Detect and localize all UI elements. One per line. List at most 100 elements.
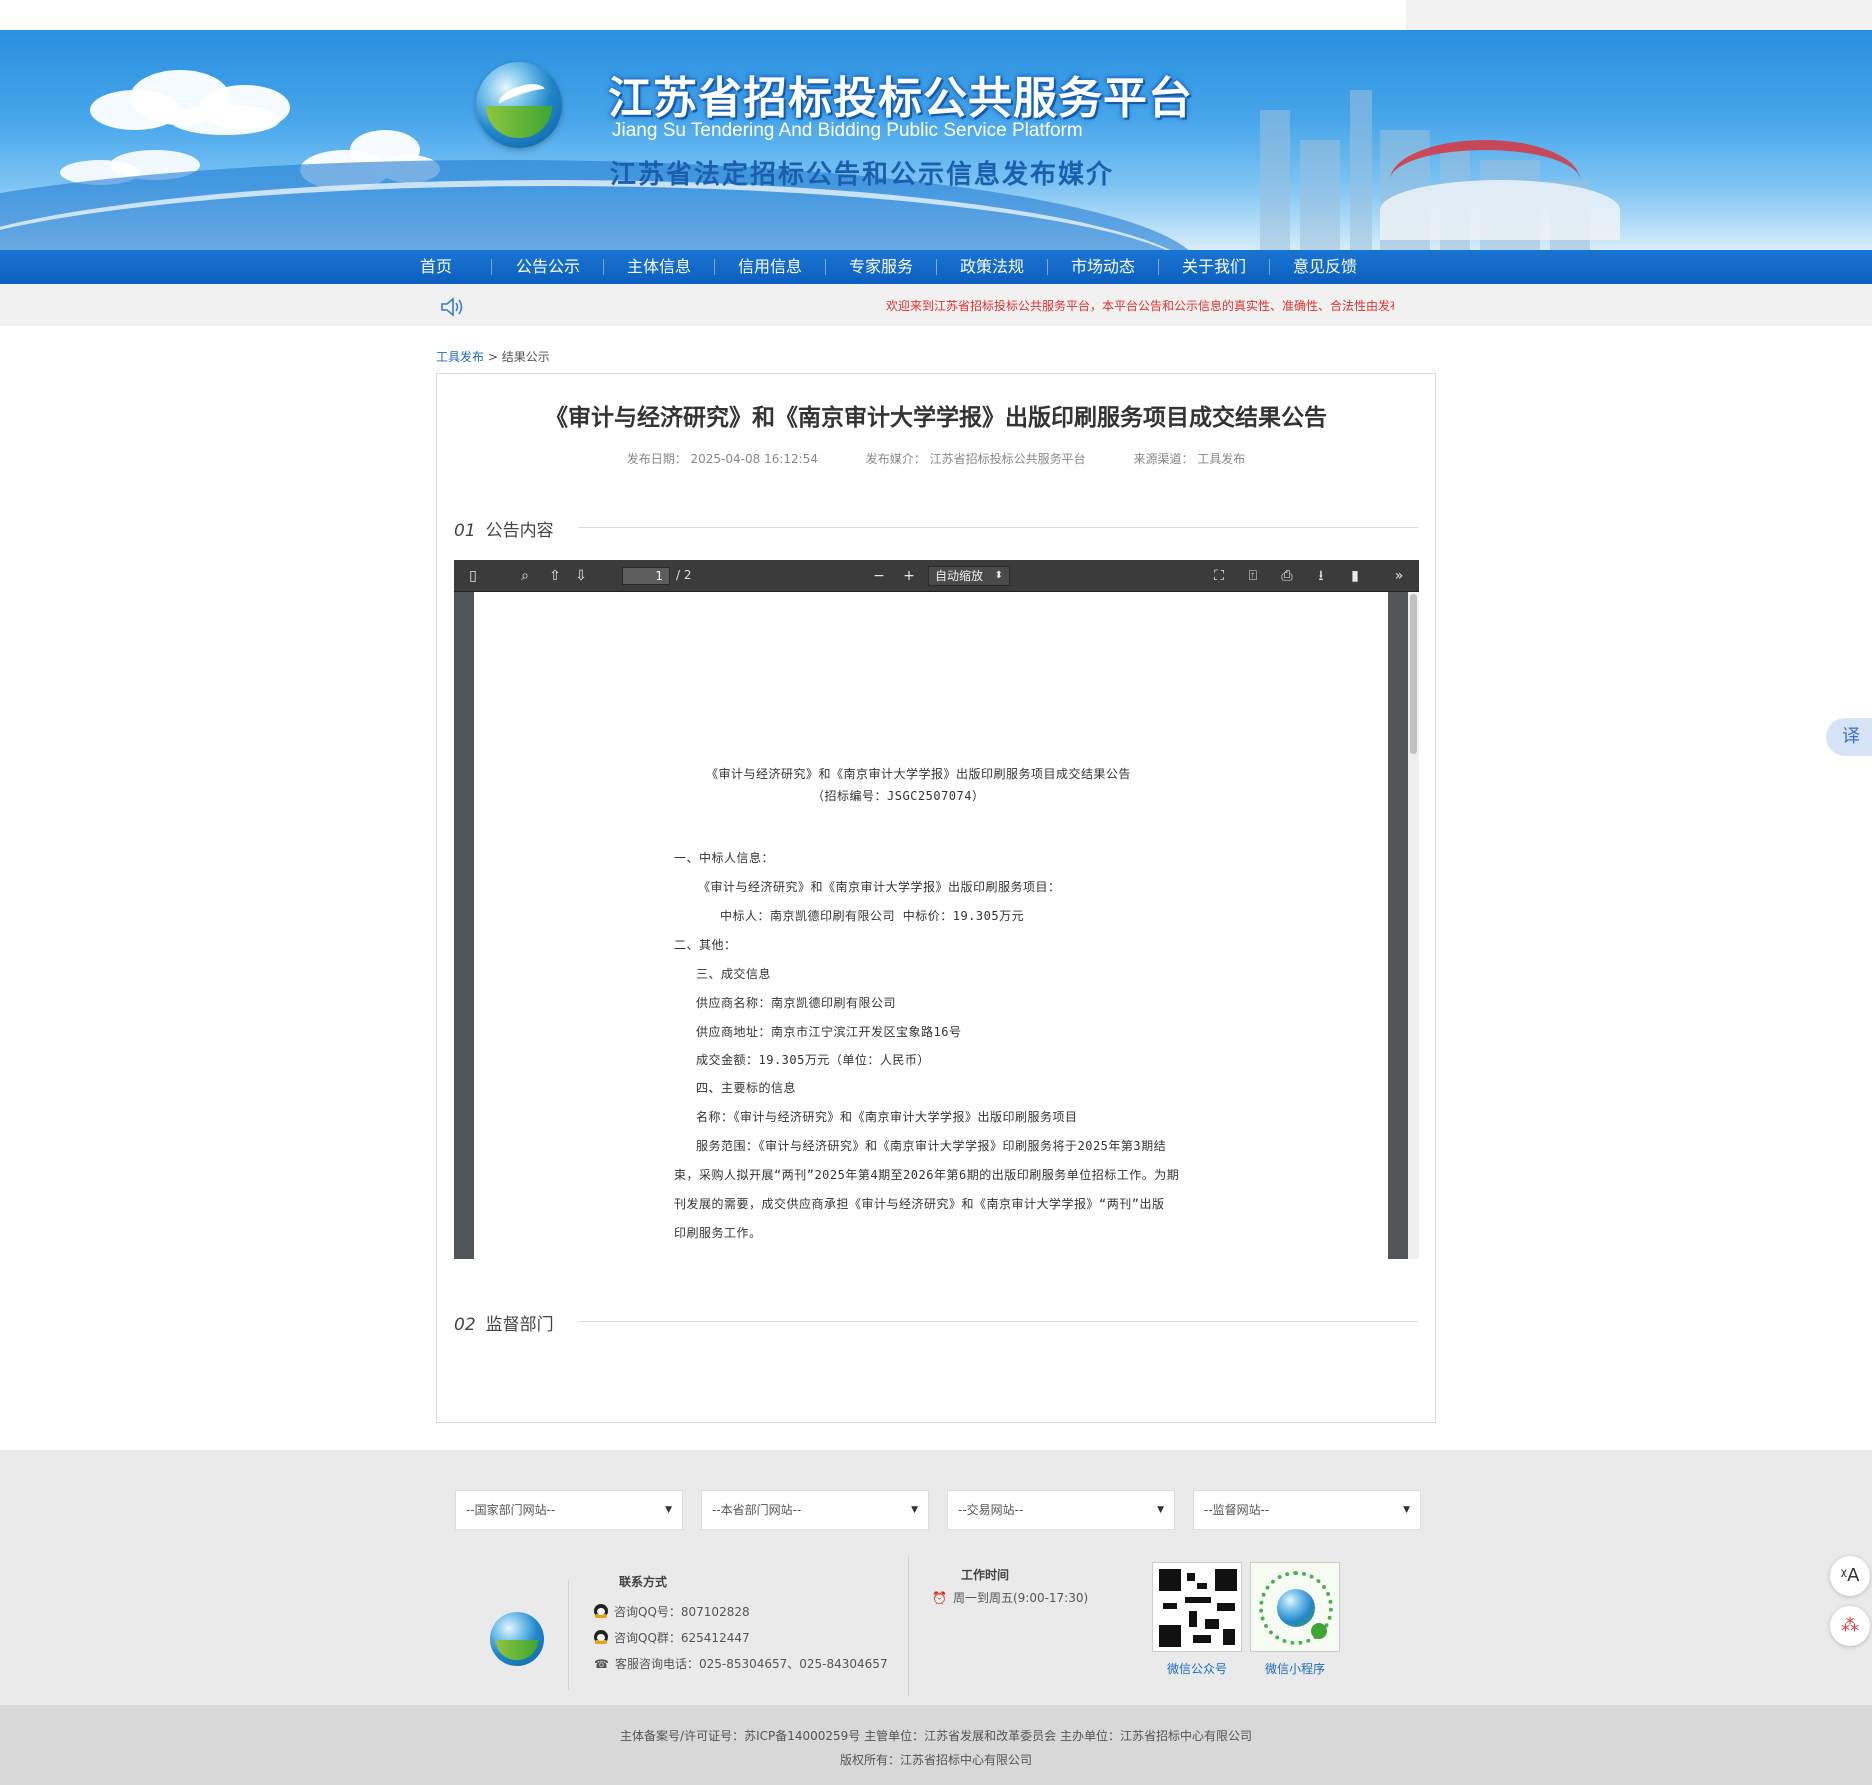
select-label: --本省部门网站-- [712,1503,802,1517]
section-divider [578,1321,1418,1322]
zoom-select[interactable]: 自动缩放 ⬍ [928,566,1010,586]
doc-line: 服务范围：《审计与经济研究》和《南京审计大学学报》印刷服务将于2025年第3期结 [696,1139,1167,1153]
bookmark-icon[interactable]: ▮ [1346,567,1364,585]
nav-item-credit-info[interactable]: 信用信息 [728,250,812,284]
qr-caption-wechat: 微信公众号 [1167,1662,1228,1676]
select-label: --监督网站-- [1204,1503,1270,1517]
top-strip [0,0,1872,30]
doc-line: 刊发展的需要，成交供应商承担《审计与经济研究》和《南京审计大学学报》“两刊”出版 [674,1197,1165,1211]
zoom-in-icon[interactable]: + [900,567,918,585]
breadcrumb: 工具发布 > 结果公示 [436,348,550,365]
pdf-toolbar: ▯ ⌕ ⇧ ⇩ 1 / 2 − + 自动缩放 ⬍ ⛶ ⍐ ⎙ ⭳ ▮ » [454,560,1419,592]
doc-line: 三、成交信息 [696,967,772,981]
copyright-line: 版权所有：江苏省招标中心有限公司 [839,1753,1032,1767]
select-national-sites[interactable]: --国家部门网站-- ▼ [455,1490,683,1530]
chevron-down-icon: ▼ [1157,1505,1164,1515]
pdf-viewer[interactable]: ▯ ⌕ ⇧ ⇩ 1 / 2 − + 自动缩放 ⬍ ⛶ ⍐ ⎙ ⭳ ▮ » 《审计与… [454,560,1419,1259]
wechat-account-qr [1152,1562,1242,1652]
notice-marquee: 欢迎来到江苏省招标投标公共服务平台，本平台公告和公示信息的真实性、准确性、合法性… [886,299,1394,313]
section-heading-supervision: 02 监督部门 [454,1310,554,1335]
chevron-down-icon: ▼ [665,1505,672,1515]
select-trading-sites[interactable]: --交易网站-- ▼ [947,1490,1175,1530]
qq-icon [594,1630,608,1644]
contact-heading: 联系方式 [619,1575,668,1589]
nav-item-home[interactable]: 首页 [408,250,464,284]
nav-item-policy[interactable]: 政策法规 [950,250,1034,284]
clock-icon: ⏰ [932,1591,947,1605]
site-title-en: Jiang Su Tendering And Bidding Public Se… [612,120,1083,141]
fullscreen-icon[interactable]: ⛶ [1210,567,1228,585]
nav-item-market-news[interactable]: 市场动态 [1061,250,1145,284]
section-heading-content: 01 公告内容 [454,516,554,541]
download-icon[interactable]: ⭳ [1312,567,1330,585]
section-number: 01 [454,521,476,541]
select-supervision-sites[interactable]: --监督网站-- ▼ [1193,1490,1421,1530]
section-label: 公告内容 [485,521,554,541]
pdf-scrollbar[interactable] [1408,592,1419,1259]
page-total: / 2 [676,568,692,582]
footer-logo-icon [490,1612,544,1666]
copyright-bar [0,1705,1872,1785]
wechat-miniprogram-qr [1250,1562,1340,1652]
doc-line: 二、其他： [674,938,737,952]
page-number-input[interactable]: 1 [622,567,670,585]
work-hours: ⏰ 周一到周五(9:00-17:30) [932,1591,1089,1605]
doc-line: 一、中标人信息： [674,851,775,865]
footer-divider [568,1580,569,1690]
tools-menu-icon[interactable]: » [1390,567,1408,585]
select-label: --交易网站-- [958,1503,1024,1517]
nav-item-feedback[interactable]: 意见反馈 [1283,250,1367,284]
doc-title-line: 《审计与经济研究》和《南京审计大学学报》出版印刷服务项目成交结果公告 [706,767,1132,781]
site-title: 江苏省招标投标公共服务平台 [608,73,1193,124]
select-caret-icon: ⬍ [994,570,1003,581]
contact-qq-group: 咨询QQ群：625412447 [594,1629,750,1646]
contact-phone: ☎ 客服咨询电话：025-85304657、025-84304657 [594,1657,888,1671]
doc-line: （招标编号：JSGC2507074） [812,789,985,803]
search-icon[interactable]: ⌕ [516,567,534,585]
section-divider [578,527,1418,528]
site-logo-icon[interactable] [476,62,562,148]
doc-line: 束，采购人拟开展“两刊”2025年第4期至2026年第6期的出版印刷服务单位招标… [674,1168,1180,1182]
translate-tab[interactable]: 译 [1826,718,1872,756]
nav-item-entity-info[interactable]: 主体信息 [617,250,701,284]
zoom-out-icon[interactable]: − [870,567,888,585]
nav-item-announcements[interactable]: 公告公示 [506,250,590,284]
section-label: 监督部门 [485,1315,554,1335]
copyright-line: 主体备案号/许可证号：苏ICP备14000259号 主管单位：江苏省发展和改革委… [620,1729,1252,1743]
print-icon[interactable]: ⎙ [1278,567,1296,585]
doc-line: 《审计与经济研究》和《南京审计大学学报》出版印刷服务项目： [698,880,1061,894]
doc-line: 印刷服务工作。 [674,1226,762,1240]
hours-heading: 工作时间 [961,1568,1010,1582]
nav-item-expert-service[interactable]: 专家服务 [839,250,923,284]
qq-icon [594,1604,608,1618]
pdf-page: 《审计与经济研究》和《南京审计大学学报》出版印刷服务项目成交结果公告 （招标编号… [474,592,1388,1259]
share-fab-icon[interactable]: ⁂ [1830,1606,1870,1646]
speaker-icon [441,297,463,317]
breadcrumb-separator: > [487,350,498,364]
breadcrumb-current: 结果公示 [501,350,550,364]
chevron-down-icon: ▼ [1403,1505,1410,1515]
sidebar-toggle-icon[interactable]: ▯ [464,567,482,585]
doc-line: 中标人：南京凯德印刷有限公司 中标价：19.305万元 [720,909,1025,923]
open-file-icon[interactable]: ⍐ [1244,567,1262,585]
section-number: 02 [454,1315,476,1335]
select-provincial-sites[interactable]: --本省部门网站-- ▼ [701,1490,929,1530]
doc-line: 成交金额：19.305万元（单位：人民币） [696,1053,930,1067]
zoom-select-label: 自动缩放 [935,569,984,583]
breadcrumb-link[interactable]: 工具发布 [436,350,484,364]
doc-line: 四、主要标的信息 [696,1081,797,1095]
next-page-icon[interactable]: ⇩ [572,567,590,585]
doc-line: 供应商地址：南京市江宁滨江开发区宝象路16号 [696,1025,962,1039]
doc-line: 供应商名称：南京凯德印刷有限公司 [696,996,897,1010]
footer [0,1450,1872,1705]
main-nav: 首页 公告公示 主体信息 信用信息 专家服务 政策法规 市场动态 关于我们 意见… [0,250,1872,284]
phone-icon: ☎ [594,1657,609,1671]
article-title: 《审计与经济研究》和《南京审计大学学报》出版印刷服务项目成交结果公告 [545,405,1327,431]
previous-page-icon[interactable]: ⇧ [546,567,564,585]
nav-item-about-us[interactable]: 关于我们 [1172,250,1256,284]
site-subtitle: 江苏省法定招标公告和公示信息发布媒介 [610,160,1115,190]
translate-fab-icon[interactable]: ᵡA [1830,1556,1870,1596]
chevron-down-icon: ▼ [911,1505,918,1515]
source-channel: 来源渠道： 工具发布 [1133,452,1246,466]
qr-caption-miniprogram: 微信小程序 [1265,1662,1326,1676]
